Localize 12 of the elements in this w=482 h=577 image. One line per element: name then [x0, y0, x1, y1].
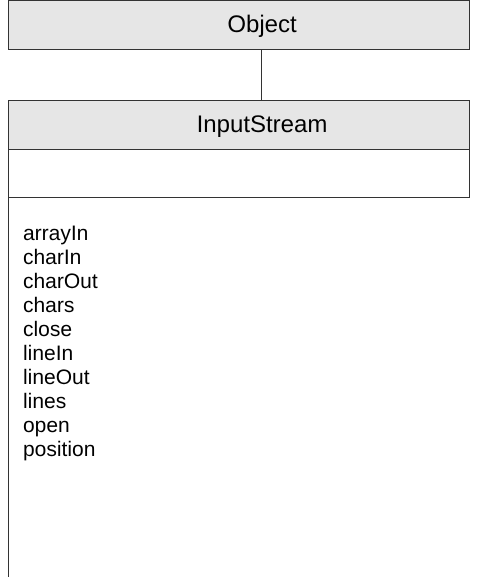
method-name: chars [23, 294, 74, 318]
method-name: position [23, 438, 96, 462]
method-name: charOut [23, 270, 98, 294]
method-name: lines [23, 390, 66, 414]
method-name: lineIn [23, 342, 74, 366]
method-name: lineOut [23, 366, 90, 390]
class-name: InputStream [196, 110, 328, 140]
method-name: charIn [23, 246, 82, 270]
class-name: Object [227, 10, 297, 40]
method-name: close [23, 318, 72, 342]
method-name: open [23, 414, 70, 438]
method-name: arrayIn [23, 222, 88, 246]
